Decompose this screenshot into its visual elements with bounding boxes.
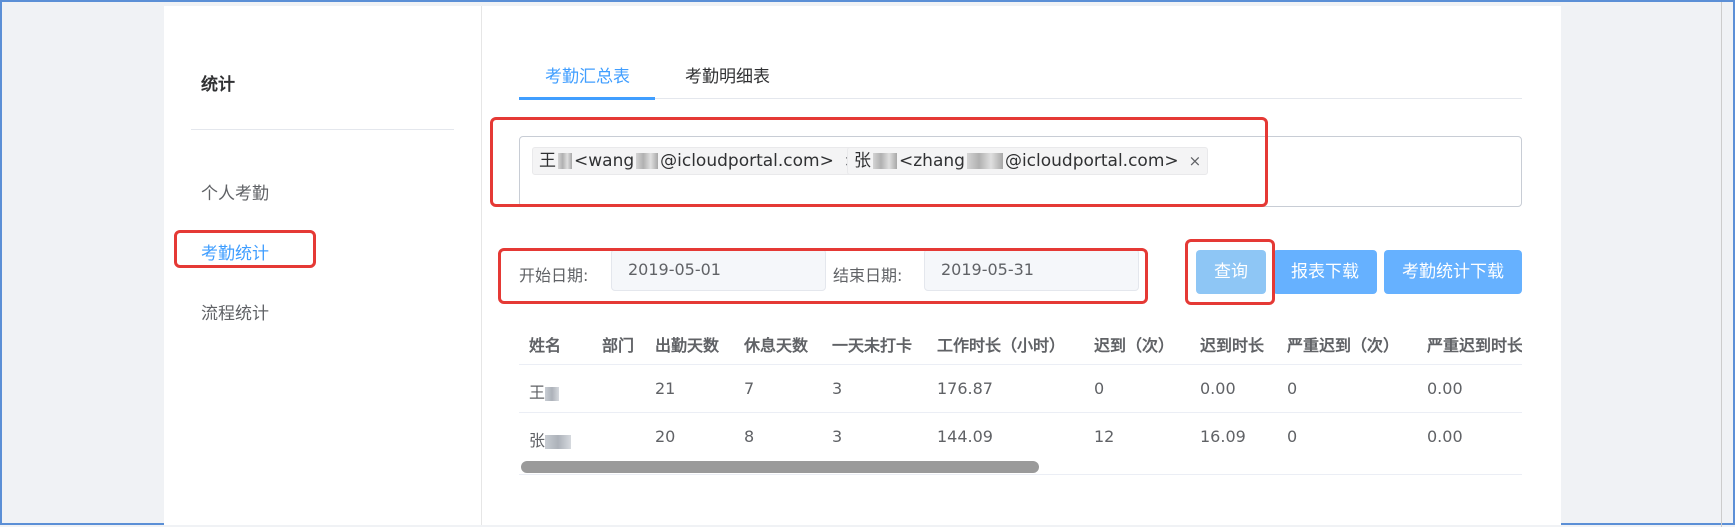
redacted-text — [558, 153, 572, 169]
table-horizontal-scrollbar[interactable] — [521, 461, 1039, 473]
column-header: 姓名 — [529, 336, 562, 355]
app-frame: 统计 个人考勤 考勤统计 流程统计 考勤汇总表 考勤明细表 王 <wang @icl… — [0, 0, 1735, 527]
report-download-button[interactable]: 报表下载 — [1273, 250, 1377, 294]
attendance-table: 姓名 部门 出勤天数 休息天数 一天未打卡 工作时长（小时） 迟到（次） 迟到时… — [519, 322, 1522, 466]
tabs-divider — [519, 98, 1522, 99]
redacted-text — [636, 153, 659, 169]
sidebar-item-personal-attendance[interactable]: 个人考勤 — [201, 179, 269, 204]
sidebar-item-attendance-stats[interactable]: 考勤统计 — [201, 239, 269, 264]
redacted-text — [873, 153, 897, 169]
tab-attendance-detail[interactable]: 考勤明细表 — [685, 62, 770, 87]
recipient-email-prefix: <zhang — [899, 151, 965, 171]
main-panel: 统计 个人考勤 考勤统计 流程统计 考勤汇总表 考勤明细表 王 <wang @icl… — [164, 6, 1561, 525]
window-right-edge — [1721, 2, 1731, 527]
sidebar-item-process-stats[interactable]: 流程统计 — [201, 299, 269, 324]
column-header: 严重迟到时长 — [1427, 336, 1522, 355]
recipient-chip: 张 <zhang @icloudportal.com> × — [847, 147, 1209, 175]
redacted-text — [966, 153, 1003, 169]
recipient-email-suffix: @icloudportal.com> — [660, 151, 834, 171]
tab-active-indicator — [519, 97, 655, 100]
chip-close-icon[interactable]: × — [1189, 148, 1202, 174]
start-date-input[interactable]: 2019-05-01 — [611, 249, 826, 291]
column-header: 严重迟到（次） — [1287, 336, 1400, 355]
cell-severe-late: 0 — [1287, 379, 1298, 398]
cell-hours: 176.87 — [937, 379, 993, 398]
column-header: 迟到（次） — [1094, 336, 1175, 355]
cell-attend: 21 — [655, 379, 676, 398]
sidebar-divider — [191, 129, 454, 130]
cell-hours: 144.09 — [937, 427, 993, 446]
column-header: 迟到时长 — [1200, 336, 1265, 355]
recipient-name: 张 — [854, 151, 871, 171]
sidebar: 统计 个人考勤 考勤统计 流程统计 — [164, 6, 482, 525]
column-header: 休息天数 — [744, 336, 809, 355]
end-date-input[interactable]: 2019-05-31 — [924, 249, 1139, 291]
cell-rest: 8 — [744, 427, 755, 446]
row-divider — [519, 364, 1522, 365]
start-date-label: 开始日期: — [519, 266, 589, 285]
column-header: 一天未打卡 — [832, 336, 913, 355]
cell-missed: 3 — [832, 427, 843, 446]
end-date-label: 结束日期: — [833, 266, 903, 285]
recipient-chip: 王<wang@icloudportal.com>× — [532, 147, 864, 175]
cell-name: 张 — [529, 427, 572, 451]
cell-late: 12 — [1094, 427, 1115, 446]
column-header: 工作时长（小时） — [937, 336, 1066, 355]
cell-missed: 3 — [832, 379, 843, 398]
cell-late: 0 — [1094, 379, 1105, 398]
redacted-text — [545, 434, 572, 449]
cell-rest: 7 — [744, 379, 755, 398]
table-bottom-border — [519, 474, 1522, 475]
row-divider — [519, 412, 1522, 413]
recipient-email-prefix: <wang — [574, 151, 635, 171]
cell-name: 王 — [529, 379, 560, 403]
recipient-email-suffix: @icloudportal.com> — [1004, 151, 1179, 171]
cell-late-duration: 0.00 — [1200, 379, 1236, 398]
query-button[interactable]: 查询 — [1196, 250, 1266, 294]
stats-download-button[interactable]: 考勤统计下载 — [1384, 250, 1522, 294]
column-header: 部门 — [602, 336, 635, 355]
cell-attend: 20 — [655, 427, 676, 446]
cell-severe-late-duration: 0.00 — [1427, 379, 1463, 398]
redacted-text — [545, 386, 560, 401]
column-header: 出勤天数 — [655, 336, 720, 355]
cell-severe-late: 0 — [1287, 427, 1298, 446]
cell-severe-late-duration: 0.00 — [1427, 427, 1463, 446]
recipient-select[interactable]: 王 <wang @icloudportal.com> × 张 <zhang @icloud… — [519, 136, 1522, 207]
tab-attendance-summary[interactable]: 考勤汇总表 — [545, 62, 630, 87]
cell-late-duration: 16.09 — [1200, 427, 1246, 446]
sidebar-title: 统计 — [201, 75, 235, 95]
recipient-name: 王 — [539, 151, 556, 171]
